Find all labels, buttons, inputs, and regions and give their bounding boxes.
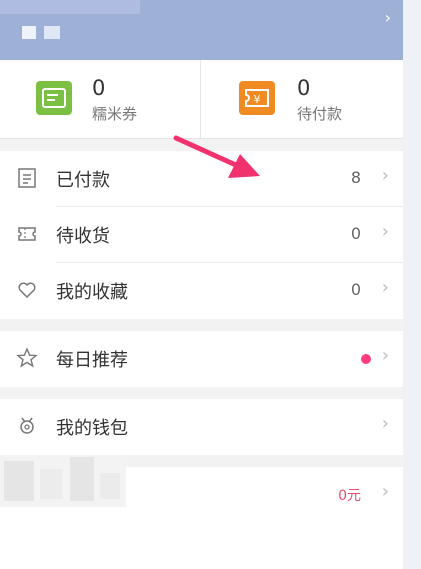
right-edge-strip [403, 0, 421, 569]
chevron-right-icon: › [381, 277, 389, 298]
wallet-icon [16, 415, 38, 437]
chevron-right-icon: › [381, 345, 389, 366]
coupon-count: 0 [92, 76, 106, 100]
blurred-avatar [22, 26, 36, 39]
row-wallet[interactable]: 我的钱包 › [0, 399, 403, 455]
row-label: 已付款 [56, 170, 110, 191]
blurred-username [44, 26, 60, 39]
section-gap [0, 387, 403, 399]
row-count: 8 [350, 168, 361, 187]
coupon-icon [36, 81, 72, 115]
svg-text:¥: ¥ [254, 93, 261, 106]
row-label: 我的钱包 [56, 418, 128, 439]
row-count: 0 [350, 224, 361, 243]
section-gap [0, 139, 403, 151]
notification-dot [361, 354, 371, 364]
pending-payment-label: 待付款 [297, 105, 343, 123]
row-awaiting-delivery[interactable]: 待收货 0 › [0, 207, 403, 263]
chevron-right-icon: › [381, 165, 389, 186]
orders-card: 已付款 8 › 待收货 0 › 我的收藏 0 › [0, 151, 403, 319]
pending-payment-count: 0 [297, 76, 311, 100]
row-paid[interactable]: 已付款 8 › [0, 151, 403, 207]
section-gap [0, 319, 403, 331]
row-balance: 0元 [338, 488, 361, 504]
chevron-right-icon: › [381, 481, 389, 502]
yen-ticket-icon: ¥ [239, 81, 275, 115]
blurred-area [0, 0, 140, 14]
coupon-label: 糯米券 [92, 105, 138, 123]
row-count: 0 [350, 280, 361, 299]
star-icon [16, 347, 38, 369]
row-label: 每日推荐 [56, 350, 128, 371]
row-favorites[interactable]: 我的收藏 0 › [0, 263, 403, 319]
chevron-right-icon: › [381, 221, 389, 242]
receipt-icon [16, 167, 38, 189]
coupon-pending-payment[interactable]: ¥ 0 待付款 [201, 60, 401, 138]
coupon-summary: 0 糯米券 ¥ 0 待付款 [0, 60, 403, 139]
row-daily-recommend[interactable]: 每日推荐 › [0, 331, 403, 387]
row-label: 我的收藏 [56, 282, 128, 303]
profile-header[interactable]: › [0, 0, 403, 60]
row-label: 待收货 [56, 226, 110, 247]
wallet-card: 我的钱包 › [0, 399, 403, 455]
coupon-nuomi[interactable]: 0 糯米券 [0, 60, 201, 138]
ticket-icon [16, 223, 38, 245]
chevron-right-icon: › [384, 8, 391, 27]
heart-icon [16, 279, 38, 301]
daily-card: 每日推荐 › [0, 331, 403, 387]
chevron-right-icon: › [381, 413, 389, 434]
blurred-area [0, 455, 126, 507]
